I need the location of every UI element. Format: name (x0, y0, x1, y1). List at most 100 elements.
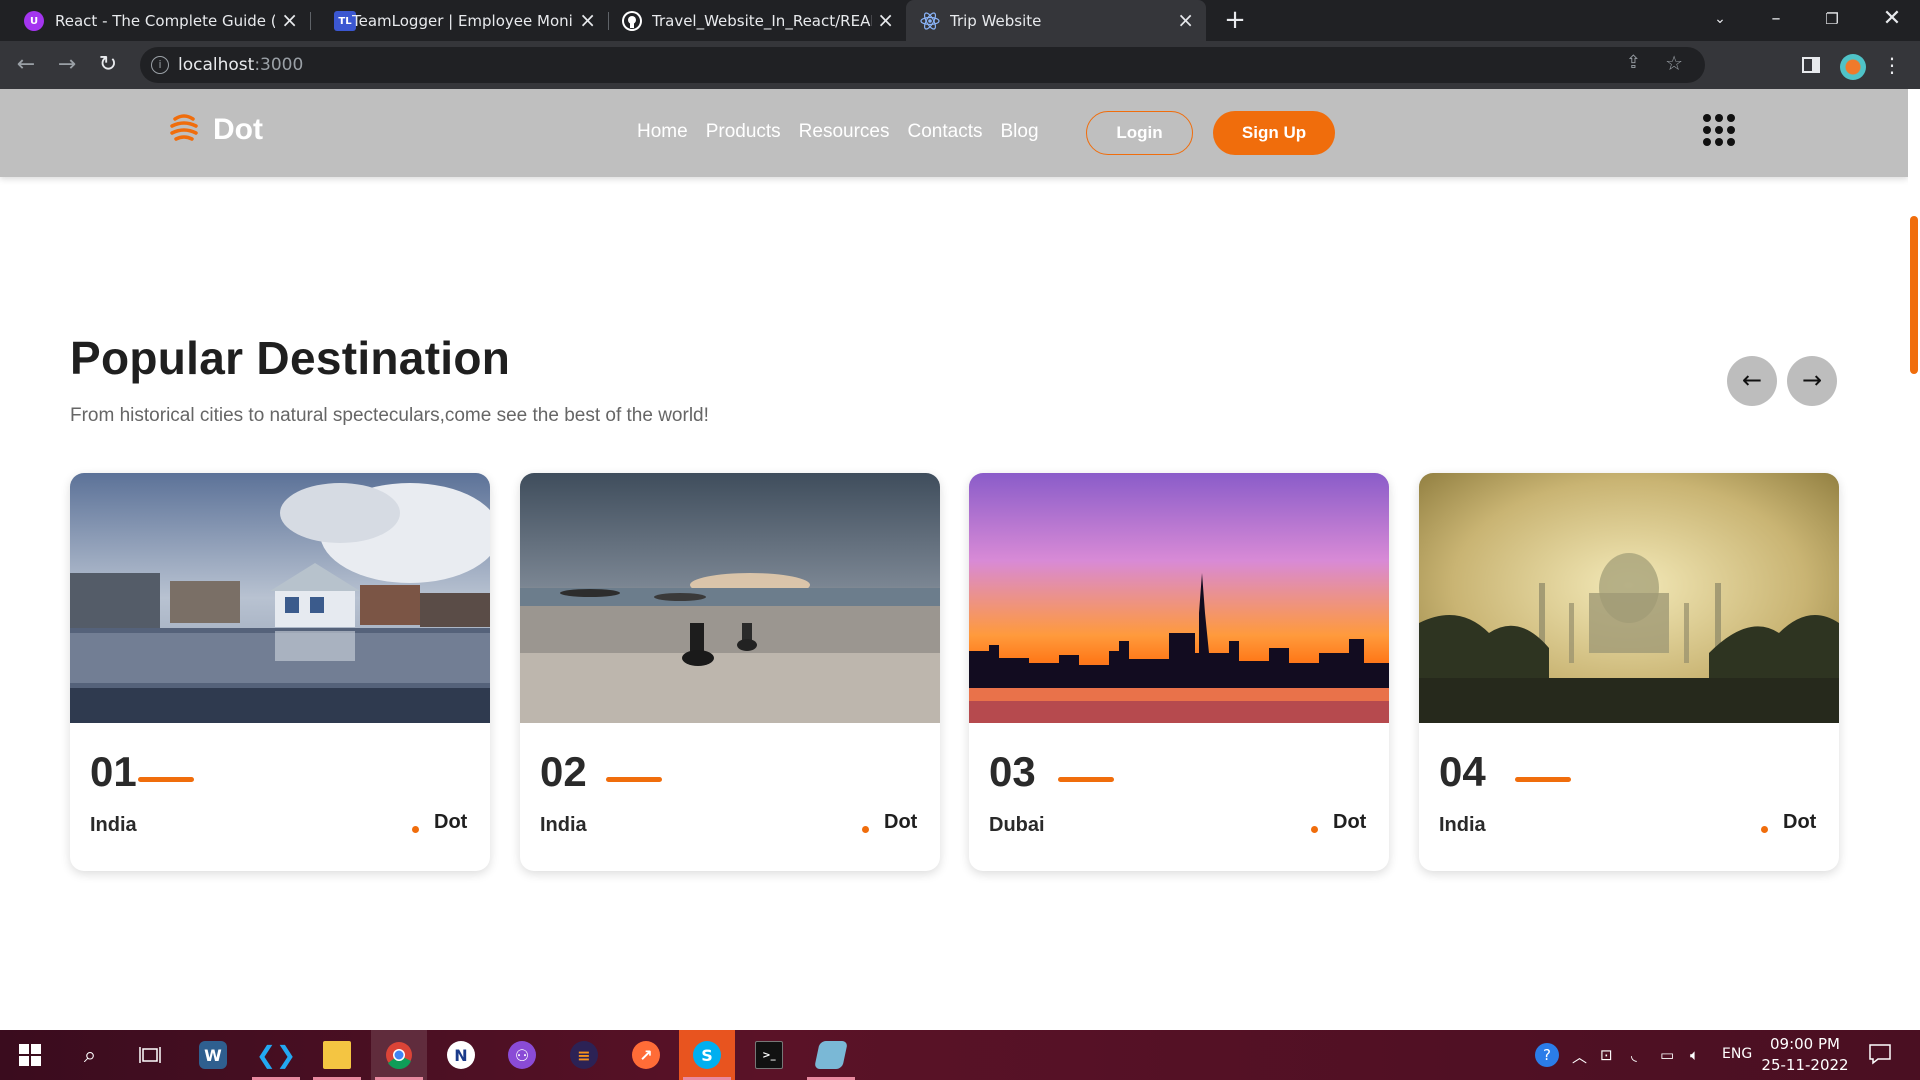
destination-card[interactable]: 04 India Dot (1419, 473, 1839, 871)
site-info-icon[interactable]: i (151, 56, 169, 74)
postman-icon[interactable]: ↗ (618, 1030, 674, 1080)
nav-products[interactable]: Products (706, 121, 781, 143)
menu-kebab-icon[interactable]: ⋮ (1878, 51, 1906, 79)
accent-line (138, 777, 194, 782)
react-icon (920, 11, 940, 31)
file-explorer-icon[interactable] (309, 1030, 365, 1080)
taj-mahal-mist-photo (1419, 473, 1839, 723)
browser-tab-strip: U React - The Complete Guide (incl × TL … (0, 0, 1920, 41)
skype-icon[interactable]: S (679, 1030, 735, 1080)
browser-tab[interactable]: TL TeamLogger | Employee Monitori × (310, 0, 608, 41)
system-clock[interactable]: 09:00 PM 25-11-2022 (1760, 1034, 1850, 1076)
github-icon (622, 11, 642, 31)
card-place: India (1439, 814, 1486, 836)
battery-icon[interactable]: ▭ (1660, 1046, 1674, 1064)
notes-app-icon[interactable] (803, 1030, 859, 1080)
section-title: Popular Destination (70, 332, 511, 384)
lakeside-houses-photo (70, 473, 490, 723)
accent-line (606, 777, 662, 782)
destination-carousel: 01 India Dot 02 India Dot 03 Dubai Dot 0… (70, 473, 1839, 873)
forward-arrow-icon[interactable]: → (53, 51, 81, 79)
os-taskbar: ⌕ W ❮❯ N ⚇ ≡ ↗ S >_ ? ︿ ⊡ ◟ ▭ 🔈︎ ENG 09:… (0, 1030, 1920, 1080)
site-logo[interactable]: Dot (213, 113, 263, 147)
language-indicator[interactable]: ENG (1722, 1046, 1752, 1062)
close-icon[interactable]: × (877, 8, 894, 32)
omnibox[interactable]: i localhost:3000 ⇪ ☆ (140, 47, 1705, 83)
profile-avatar[interactable] (1840, 54, 1866, 80)
tab-title: Travel_Website_In_React/README (652, 12, 872, 30)
tab-title: React - The Complete Guide (incl (55, 12, 275, 30)
browser-tab-active[interactable]: Trip Website × (906, 0, 1206, 41)
start-windows-icon[interactable] (2, 1030, 58, 1080)
prev-arrow-button[interactable]: ← (1727, 356, 1777, 406)
minimize-button[interactable]: – (1748, 0, 1804, 41)
vscode-icon[interactable]: ❮❯ (248, 1030, 304, 1080)
terminal-icon[interactable]: >_ (741, 1030, 797, 1080)
address-toolbar: ← → ↻ i localhost:3000 ⇪ ☆ ⋮ (0, 41, 1920, 89)
card-brand: Dot (884, 811, 918, 833)
bullet-dot (412, 826, 419, 833)
chevron-up-icon[interactable]: ︿ (1572, 1046, 1587, 1067)
wifi-icon[interactable]: ◟ (1631, 1046, 1637, 1064)
bullet-dot (862, 826, 869, 833)
back-arrow-icon[interactable]: ← (12, 51, 40, 79)
tab-search-chevron-icon[interactable]: ⌄ (1692, 0, 1748, 41)
close-icon[interactable]: × (1177, 8, 1194, 32)
help-icon[interactable]: ? (1534, 1042, 1560, 1072)
mysql-workbench-icon[interactable]: W (185, 1030, 241, 1080)
nav-resources[interactable]: Resources (799, 121, 890, 143)
tab-title: TeamLogger | Employee Monitori (352, 12, 572, 30)
browser-tab[interactable]: U React - The Complete Guide (incl × (0, 0, 310, 41)
next-arrow-button[interactable]: → (1787, 356, 1837, 406)
accent-line (1515, 777, 1571, 782)
svg-text:?: ? (1543, 1046, 1551, 1064)
login-button[interactable]: Login (1086, 111, 1193, 155)
network-drive-icon[interactable]: ⊡ (1600, 1046, 1613, 1064)
card-place: India (540, 814, 587, 836)
side-panel-icon[interactable] (1797, 51, 1825, 79)
dubai-skyline-sunset-photo (969, 473, 1389, 723)
card-number: 01 (90, 748, 137, 795)
card-place: Dubai (989, 814, 1045, 836)
notepad-app-icon[interactable]: N (433, 1030, 489, 1080)
volume-icon[interactable]: 🔈︎ (1690, 1046, 1699, 1064)
search-icon[interactable]: ⌕ (62, 1030, 118, 1080)
window-close-button[interactable]: ✕ (1864, 0, 1920, 41)
nav-home[interactable]: Home (637, 121, 688, 143)
url-text[interactable]: localhost:3000 (178, 55, 303, 75)
chrome-icon[interactable] (371, 1030, 427, 1080)
clock-time: 09:00 PM (1770, 1035, 1840, 1053)
bullet-dot (1761, 826, 1768, 833)
signup-button[interactable]: Sign Up (1213, 111, 1335, 155)
card-number: 03 (989, 748, 1036, 795)
card-brand: Dot (434, 811, 468, 833)
tab-title: Trip Website (950, 12, 1042, 30)
nav-contacts[interactable]: Contacts (908, 121, 983, 143)
webpage: Dot Home Products Resources Contacts Blo… (0, 89, 1920, 1030)
bullet-dot (1311, 826, 1318, 833)
reload-icon[interactable]: ↻ (94, 51, 122, 79)
destination-card[interactable]: 01 India Dot (70, 473, 490, 871)
accent-line (1058, 777, 1114, 782)
destination-card[interactable]: 02 India Dot (520, 473, 940, 871)
task-view-icon[interactable] (122, 1030, 178, 1080)
close-icon[interactable]: × (281, 8, 298, 32)
logo-icon (170, 114, 198, 141)
apps-grid-icon[interactable] (1703, 114, 1735, 146)
destination-card[interactable]: 03 Dubai Dot (969, 473, 1389, 871)
github-desktop-icon[interactable]: ⚇ (494, 1030, 550, 1080)
scrollbar-thumb[interactable] (1910, 216, 1918, 374)
card-place: India (90, 814, 137, 836)
close-icon[interactable]: × (579, 8, 596, 32)
eclipse-icon[interactable]: ≡ (556, 1030, 612, 1080)
bookmark-star-icon[interactable]: ☆ (1665, 51, 1683, 75)
browser-tab[interactable]: Travel_Website_In_React/README × (608, 0, 906, 41)
clock-date: 25-11-2022 (1761, 1056, 1849, 1074)
new-tab-button[interactable]: + (1220, 6, 1250, 36)
restore-button[interactable]: ❐ (1804, 0, 1860, 41)
share-icon[interactable]: ⇪ (1626, 52, 1641, 73)
card-number: 02 (540, 748, 587, 795)
notification-icon[interactable] (1868, 1042, 1892, 1070)
nav-blog[interactable]: Blog (1000, 121, 1038, 143)
site-header: Dot Home Products Resources Contacts Blo… (0, 89, 1908, 177)
